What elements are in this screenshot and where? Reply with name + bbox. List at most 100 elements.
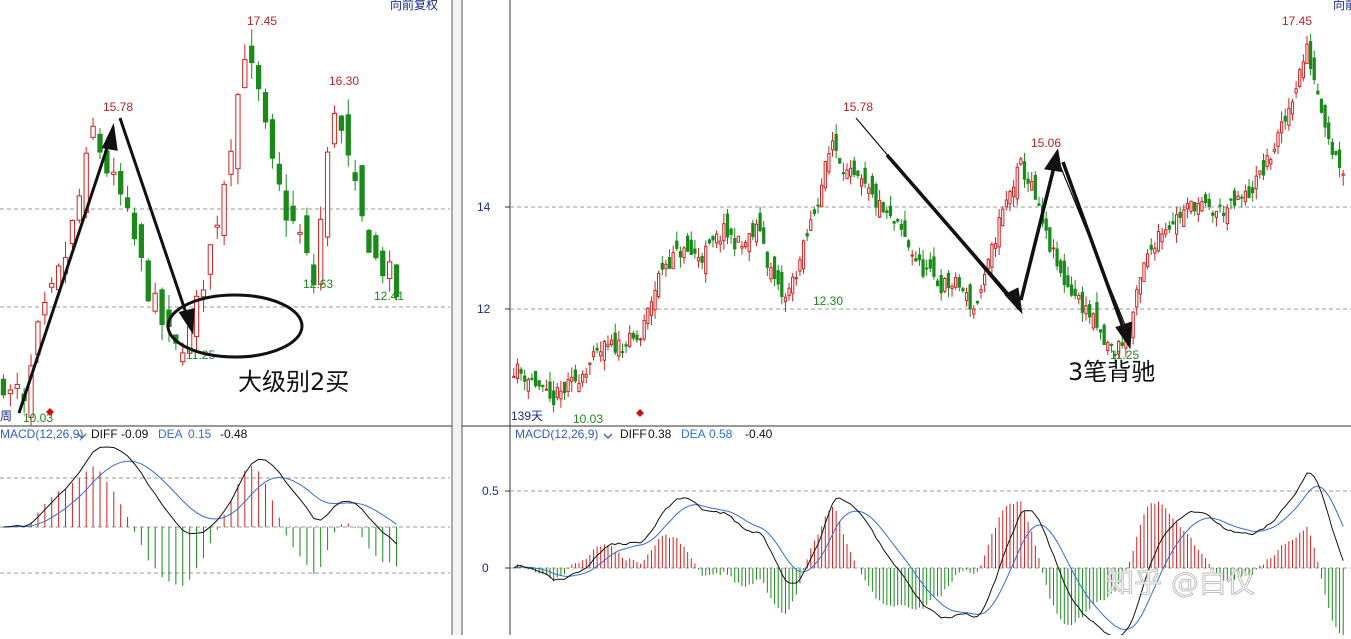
- candle-body: [570, 376, 574, 382]
- candle-body: [997, 217, 1001, 248]
- candle-body: [131, 212, 138, 240]
- candle-body: [269, 119, 276, 159]
- candle-body: [751, 223, 755, 237]
- candle-body: [1088, 304, 1092, 318]
- left-panel: 向前复权 周 15.78 17.45 16.30 10.03 11.25 12.…: [0, 0, 453, 635]
- candle-body: [1084, 305, 1088, 315]
- candle-body: [993, 243, 998, 249]
- right-low-label: 12.30: [813, 294, 843, 308]
- right-macd-title[interactable]: MACD(12,26,9): [515, 427, 598, 441]
- candle-body: [972, 308, 976, 315]
- right-annotation-text: 3笔背驰: [1068, 358, 1155, 386]
- candle-body: [533, 370, 538, 387]
- candle-body: [1080, 291, 1085, 313]
- right-y-tick-label: 12: [477, 302, 491, 316]
- candle-body: [145, 260, 151, 302]
- candle-body: [646, 307, 650, 324]
- candle-body: [613, 332, 617, 353]
- candle-body: [1200, 201, 1204, 212]
- candle-body: [1305, 43, 1309, 64]
- arrowhead-icon: [101, 122, 118, 151]
- candle-body: [671, 251, 675, 270]
- candle-body: [769, 267, 773, 280]
- candle-body: [693, 248, 697, 254]
- chevron-down-icon[interactable]: [603, 433, 613, 439]
- candle-body: [1189, 200, 1193, 212]
- candle-body: [118, 171, 124, 195]
- candle-body: [935, 280, 940, 287]
- right-low-label: 10.03: [573, 412, 603, 426]
- candle-body: [675, 240, 679, 249]
- fq-label-right[interactable]: 向前: [1333, 0, 1351, 12]
- candle-body: [555, 387, 559, 398]
- candle-body: [1073, 288, 1077, 297]
- candle-body: [896, 219, 900, 222]
- panel-gap: [453, 0, 462, 635]
- candle-body: [1214, 210, 1219, 218]
- left-candles: [0, 29, 400, 426]
- candle-body: [1153, 247, 1157, 254]
- candle-body: [1001, 208, 1005, 227]
- candle-body: [338, 115, 345, 131]
- candle-body: [1145, 253, 1150, 267]
- candle-body: [932, 256, 936, 277]
- candle-body: [754, 223, 759, 243]
- candle-body: [747, 233, 751, 253]
- right-macd-tick-label: 0: [482, 561, 489, 575]
- arrowhead-icon: [1115, 321, 1132, 350]
- candle-body: [838, 157, 842, 164]
- stroke-up-arrow: [17, 141, 111, 414]
- candle-body: [200, 289, 207, 298]
- candle-body: [552, 390, 556, 406]
- candle-body: [1301, 61, 1305, 79]
- candle-body: [1142, 262, 1146, 283]
- candle-body: [852, 160, 856, 176]
- left-macd-title[interactable]: MACD(12,26,9): [0, 427, 83, 441]
- candle-body: [1069, 284, 1074, 296]
- candle-body: [925, 267, 929, 270]
- chart-stage: 向前复权 周 15.78 17.45 16.30 10.03 11.25 12.…: [0, 0, 1351, 639]
- candle-body: [1051, 247, 1056, 250]
- candle-body: [1254, 175, 1258, 190]
- candle-body: [523, 375, 527, 382]
- candle-body: [1033, 175, 1037, 200]
- candle-body: [863, 167, 867, 184]
- candle-body: [69, 219, 76, 244]
- right-candles: [512, 33, 1345, 413]
- candle-body: [653, 289, 657, 311]
- candle-body: [820, 184, 824, 208]
- candle-body: [352, 172, 358, 181]
- candle-body: [1109, 343, 1114, 346]
- candle-body: [1323, 105, 1327, 128]
- fq-label-left[interactable]: 向前复权: [390, 0, 438, 12]
- arrowhead-icon: [1044, 148, 1063, 173]
- kline-screenshot: 向前复权 周 15.78 17.45 16.30 10.03 11.25 12.…: [0, 0, 1351, 639]
- candle-body: [986, 259, 990, 269]
- candle-body: [635, 334, 639, 341]
- left-low-label: 12.41: [374, 289, 404, 303]
- left-high-label: 17.45: [247, 14, 277, 28]
- candle-body: [1341, 173, 1345, 176]
- watermark: 知乎 @白仪: [1106, 566, 1255, 599]
- candle-body: [111, 171, 117, 175]
- candle-body: [1218, 204, 1222, 207]
- candle-body: [725, 213, 730, 238]
- candle-body: [276, 163, 282, 185]
- left-diff-label: DIFF: [91, 427, 118, 441]
- candle-body: [1265, 155, 1269, 167]
- candle-body: [1229, 198, 1233, 201]
- candle-body: [581, 373, 585, 383]
- candle-body: [729, 228, 733, 235]
- candle-body: [1120, 342, 1124, 346]
- candle-body: [1106, 342, 1110, 351]
- candle-body: [1164, 229, 1168, 235]
- candle-body: [345, 114, 351, 156]
- right-diff-label: DIFF: [620, 427, 647, 441]
- candle-body: [946, 272, 951, 289]
- candle-body: [1178, 211, 1182, 218]
- candle-body: [1334, 150, 1338, 155]
- candle-body: [704, 245, 708, 275]
- candle-body: [798, 259, 802, 272]
- candle-body: [686, 235, 690, 252]
- candle-body: [1091, 313, 1095, 329]
